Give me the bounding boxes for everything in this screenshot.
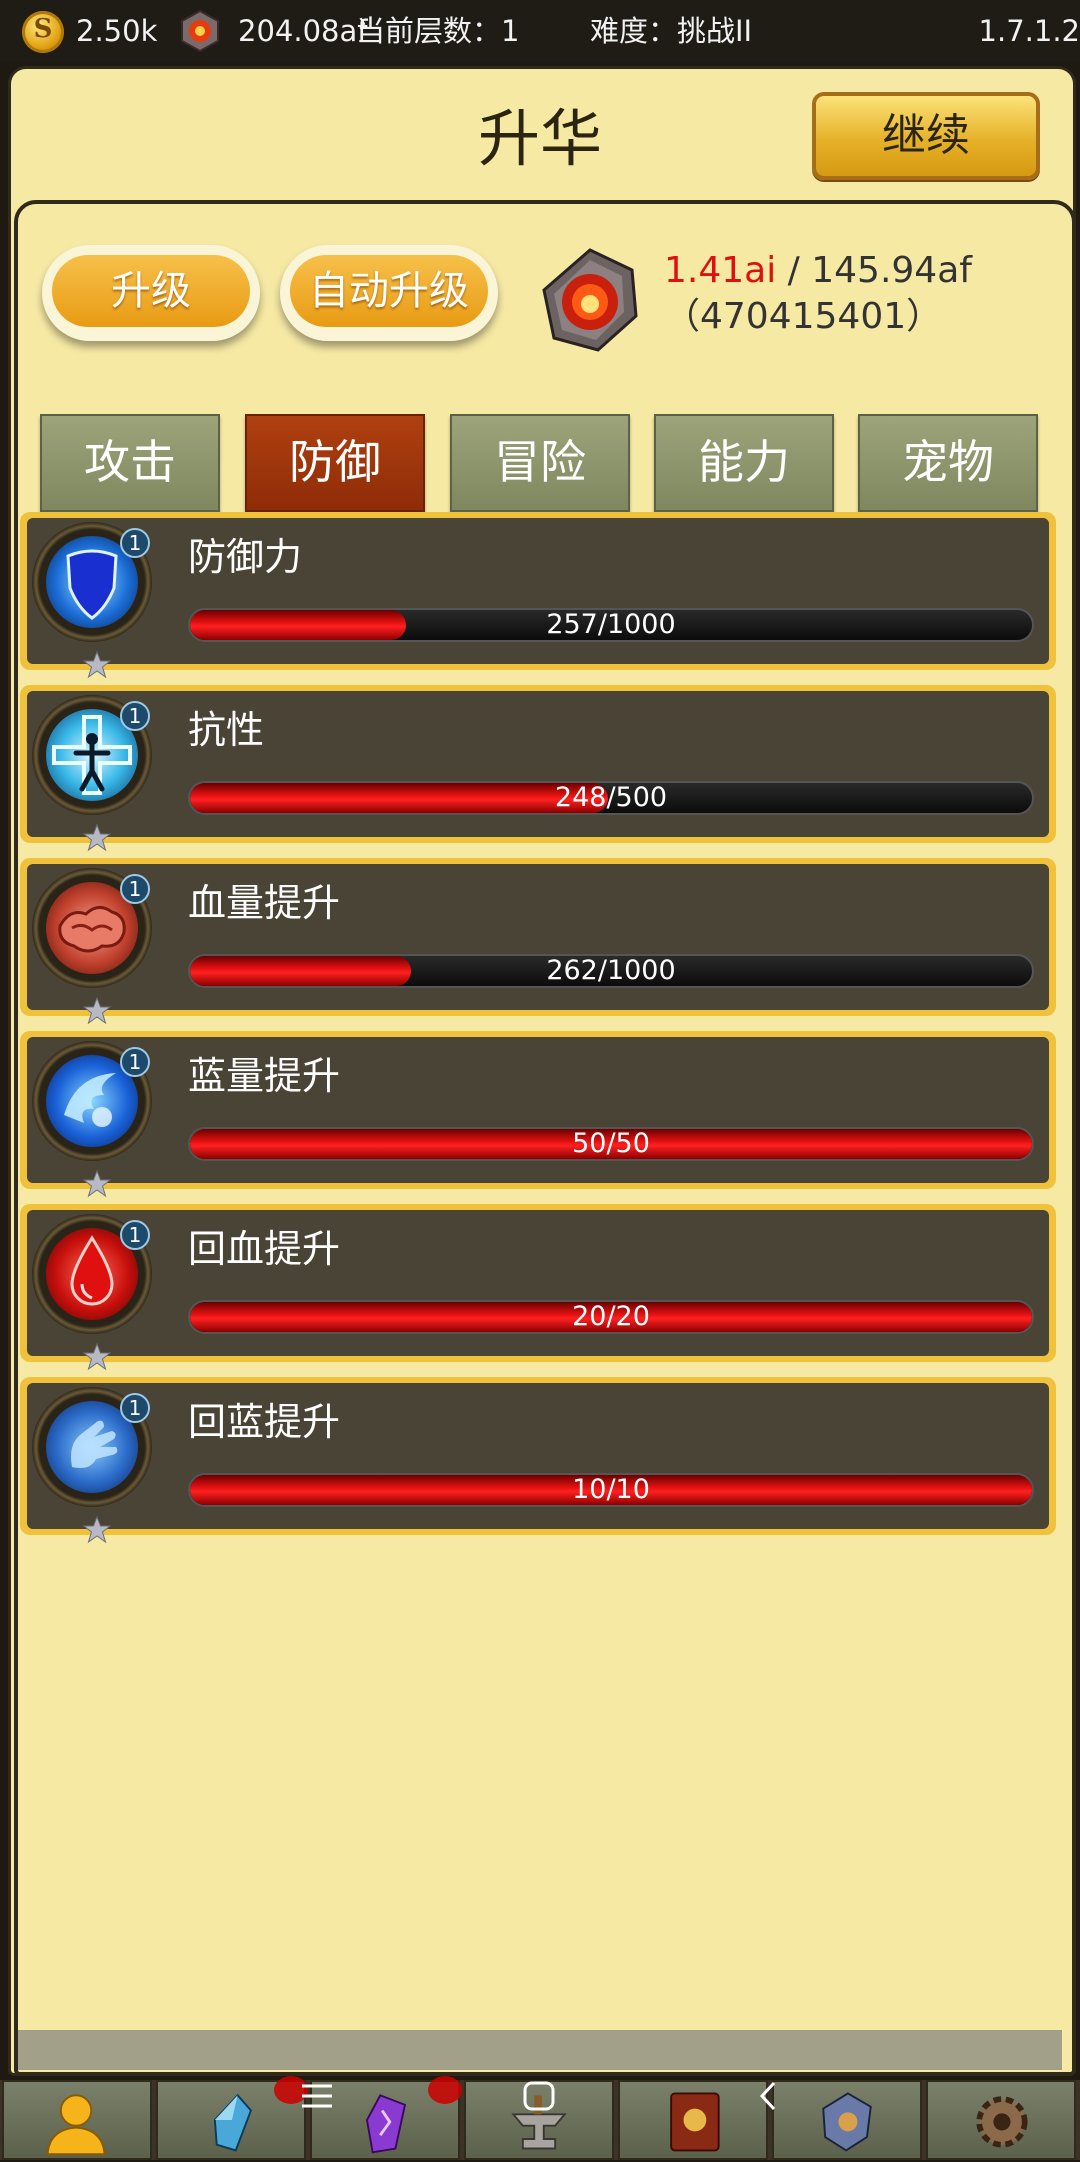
row-background [27,1210,1049,1356]
nav-settings[interactable] [926,2080,1076,2160]
level-badge: 1 [120,874,150,904]
upgrade-row-mp-regen[interactable]: 1 回蓝提升 10/10 [20,1377,1056,1544]
upgrade-button-label: 升级 [52,255,250,327]
essence-stat: 1.41ai / 145.94af（470415401） [664,248,1074,340]
level-badge: 1 [120,528,150,558]
upgrade-name: 蓝量提升 [188,1054,341,1098]
menu-icon[interactable] [300,2082,334,2110]
star-icon [82,1342,112,1371]
progress-bar: 248/500 [188,781,1034,815]
essence-separator: / [776,250,812,291]
version-label: 1.7.1.2 [978,14,1080,48]
notification-dot [428,2076,462,2104]
home-icon[interactable] [522,2080,556,2112]
top-status-bar: S 2.50k 204.08af 当前层数：1 难度：挑战II 1.7.1.2 [0,0,1080,62]
upgrade-name: 抗性 [188,708,265,752]
row-background [27,1037,1049,1183]
auto-upgrade-button-label: 自动升级 [290,255,488,327]
upgrade-name: 防御力 [188,535,303,579]
level-badge: 1 [120,701,150,731]
tab-defense[interactable]: 防御 [245,414,425,512]
star-icon [82,823,112,852]
level-badge: 1 [120,1047,150,1077]
tab-pet[interactable]: 宠物 [858,414,1038,512]
gold-coin-icon: S [22,11,64,53]
upgrade-row-defense[interactable]: 1 防御力 257/1000 [20,512,1056,679]
level-badge: 1 [120,1220,150,1250]
essence-gem-icon [181,9,219,53]
upgrade-row-hp-regen[interactable]: 1 回血提升 20/20 [20,1204,1056,1371]
upgrade-name: 血量提升 [188,881,341,925]
progress-text: 248/500 [554,782,668,813]
upgrade-row-hp-boost[interactable]: 1 血量提升 262/1000 [20,858,1056,1025]
row-background [27,864,1049,1010]
relic-icon [822,2092,872,2152]
tab-attack[interactable]: 攻击 [40,414,220,512]
panel-bottom-strip [18,2030,1062,2070]
star-icon [82,996,112,1025]
tab-adventure[interactable]: 冒险 [450,414,630,512]
star-icon [82,1169,112,1198]
nav-hero[interactable] [2,2080,152,2160]
progress-text: 257/1000 [546,609,676,640]
continue-button[interactable]: 继续 [812,92,1040,180]
essence-current: 1.41ai [664,250,777,291]
upgrade-name: 回蓝提升 [188,1400,341,1444]
upgrade-name: 回血提升 [188,1227,341,1271]
row-background [27,518,1049,664]
tab-ability[interactable]: 能力 [654,414,834,512]
progress-text: 50/50 [572,1128,650,1159]
hero-icon [46,2094,106,2156]
row-background [27,1383,1049,1529]
back-icon[interactable] [756,2080,780,2112]
nav-book[interactable] [618,2080,768,2160]
gear-icon [976,2096,1028,2148]
progress-bar: 10/10 [188,1473,1034,1507]
progress-bar: 257/1000 [188,608,1034,642]
progress-text: 10/10 [572,1474,650,1505]
gold-amount: 2.50k [76,14,158,48]
upgrade-button[interactable]: 升级 [42,245,260,341]
upgrade-row-resistance[interactable]: 1 抗性 248/500 [20,685,1056,852]
progress-text: 20/20 [572,1301,650,1332]
current-floor: 当前层数：1 [356,14,520,48]
row-background [27,691,1049,837]
progress-bar: 20/20 [188,1300,1034,1334]
star-icon [82,650,112,679]
upgrade-row-mp-boost[interactable]: 1 蓝量提升 50/50 [20,1031,1056,1198]
essence-amount: 204.08af [238,14,368,48]
difficulty: 难度：挑战II [590,14,753,48]
level-badge: 1 [120,1393,150,1423]
nav-relic[interactable] [772,2080,922,2160]
essence-crystal-icon [542,248,638,352]
progress-bar: 262/1000 [188,954,1034,988]
book-icon [670,2092,720,2152]
star-icon [82,1515,112,1544]
progress-bar: 50/50 [188,1127,1034,1161]
progress-text: 262/1000 [546,955,676,986]
auto-upgrade-button[interactable]: 自动升级 [280,245,498,341]
